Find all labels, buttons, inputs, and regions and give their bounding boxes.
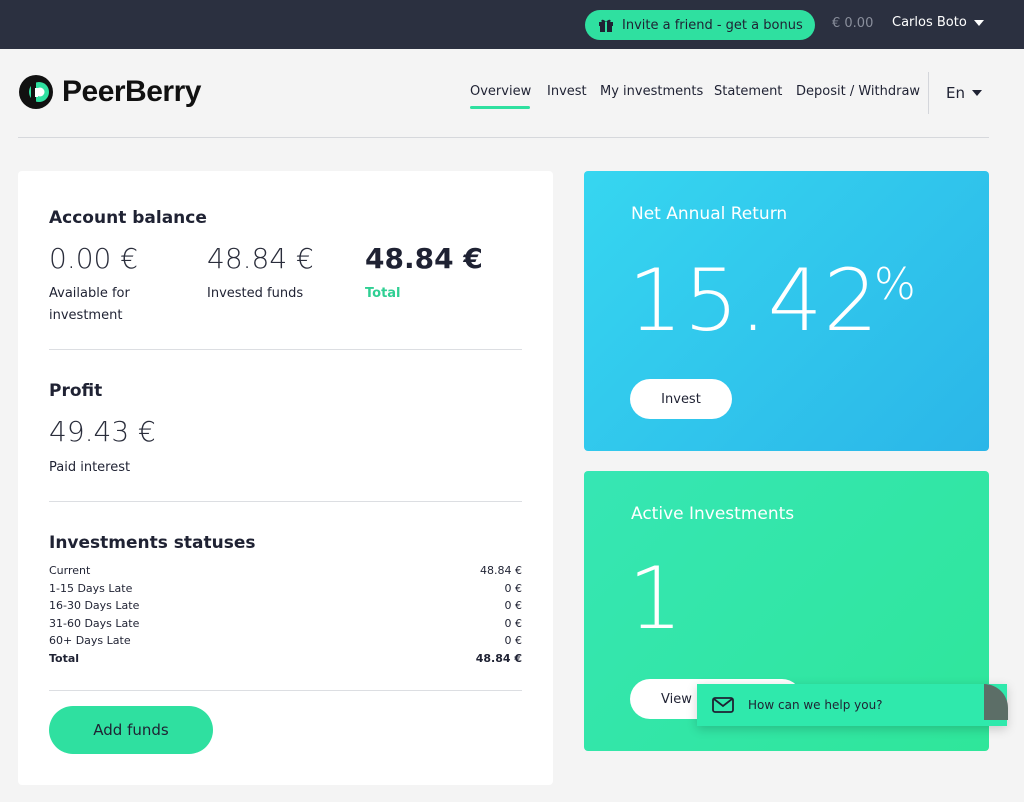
nav-invest[interactable]: Invest xyxy=(547,84,587,99)
invite-friend-label: Invite a friend - get a bonus xyxy=(622,17,803,33)
nav-deposit-withdraw[interactable]: Deposit / Withdraw xyxy=(796,84,920,99)
divider xyxy=(49,690,522,691)
available-label: Available for investment xyxy=(49,286,130,323)
available-value: 0.00 € xyxy=(49,242,139,275)
account-balance-title: Account balance xyxy=(49,208,207,228)
user-name: Carlos Boto xyxy=(892,15,967,30)
active-investments-value: 1 xyxy=(628,549,683,649)
profit-label: Paid interest xyxy=(49,460,131,475)
nav-my-investments[interactable]: My investments xyxy=(600,84,703,99)
statuses-title: Investments statuses xyxy=(49,533,256,553)
logo[interactable]: PeerBerry xyxy=(18,74,201,110)
invest-button[interactable]: Invest xyxy=(630,379,732,419)
total-label: Total xyxy=(365,286,401,301)
status-value: 0 € xyxy=(504,599,523,612)
top-bar: Invite a friend - get a bonus € 0.00 Car… xyxy=(0,0,1024,49)
chat-widget[interactable]: How can we help you? xyxy=(697,684,1007,726)
status-label: 16-30 Days Late xyxy=(49,599,140,612)
status-row: 31-60 Days Late 0 € xyxy=(49,617,522,630)
nav-overview[interactable]: Overview xyxy=(470,84,531,99)
status-row: 1-15 Days Late 0 € xyxy=(49,582,522,595)
status-row: 60+ Days Late 0 € xyxy=(49,634,522,647)
status-value: 0 € xyxy=(504,582,523,595)
chat-prompt: How can we help you? xyxy=(748,698,883,712)
chevron-down-icon xyxy=(973,19,984,26)
invested-label: Invested funds xyxy=(207,286,304,301)
language-label: En xyxy=(946,84,965,102)
status-value: 48.84 € xyxy=(480,564,522,577)
status-value: 0 € xyxy=(504,617,523,630)
net-return-value: 15.42 xyxy=(628,251,880,351)
status-total-value: 48.84 € xyxy=(475,652,522,665)
status-label: 60+ Days Late xyxy=(49,634,131,647)
status-row: 16-30 Days Late 0 € xyxy=(49,599,522,612)
status-total-row: Total 48.84 € xyxy=(49,652,522,665)
nav-statement[interactable]: Statement xyxy=(714,84,782,99)
status-total-label: Total xyxy=(49,652,80,665)
header-balance: € 0.00 xyxy=(832,16,874,31)
header-divider xyxy=(18,137,989,138)
peerberry-logo-icon xyxy=(19,75,53,109)
status-label: 31-60 Days Late xyxy=(49,617,140,630)
profit-value: 49.43 € xyxy=(49,415,156,448)
divider xyxy=(49,349,522,350)
total-value: 48.84 € xyxy=(365,242,483,275)
divider xyxy=(49,501,522,502)
chevron-down-icon xyxy=(971,90,982,96)
gift-icon xyxy=(599,19,613,32)
user-menu[interactable]: Carlos Boto xyxy=(892,15,984,30)
account-card: Account balance 0.00 € Available for inv… xyxy=(18,171,553,785)
language-selector[interactable]: En xyxy=(946,84,982,102)
status-label: 1-15 Days Late xyxy=(49,582,133,595)
nav-divider xyxy=(928,72,929,114)
nav-active-indicator xyxy=(470,106,530,109)
active-investments-title: Active Investments xyxy=(631,504,795,524)
mail-icon xyxy=(712,697,734,713)
profit-title: Profit xyxy=(49,381,103,401)
status-label: Current xyxy=(49,564,91,577)
invested-value: 48.84 € xyxy=(207,242,314,275)
net-return-unit: % xyxy=(874,259,916,310)
status-row: Current 48.84 € xyxy=(49,564,522,577)
brand-name: PeerBerry xyxy=(62,75,201,108)
status-value: 0 € xyxy=(504,634,523,647)
invite-friend-button[interactable]: Invite a friend - get a bonus xyxy=(585,10,815,40)
add-funds-button[interactable]: Add funds xyxy=(49,706,213,754)
net-return-title: Net Annual Return xyxy=(631,204,788,224)
net-annual-return-card: Net Annual Return 15.42 % Invest xyxy=(584,171,989,451)
